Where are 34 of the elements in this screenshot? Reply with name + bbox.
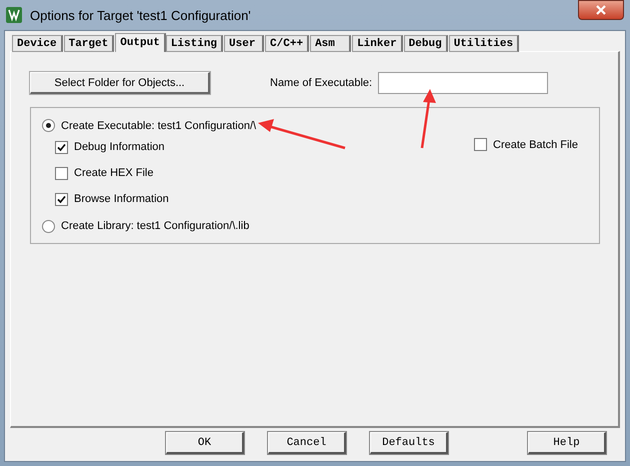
tab[interactable]: User <box>224 35 264 52</box>
checkbox[interactable] <box>55 192 68 206</box>
input-field[interactable] <box>378 72 548 94</box>
tab[interactable]: Listing <box>166 35 224 52</box>
tab[interactable]: Utilities <box>448 35 520 52</box>
close-button[interactable] <box>578 0 624 20</box>
window-title: Options for Target 'test1 Configuration' <box>30 8 251 22</box>
app-icon <box>6 7 22 23</box>
option-label: Create Library: test1 Configuration/\.lib <box>61 220 250 232</box>
checkbox[interactable] <box>55 140 68 154</box>
tab[interactable]: Asm <box>310 35 352 52</box>
dialog-button[interactable]: Defaults <box>370 432 448 454</box>
dialog-button[interactable]: OK <box>166 432 244 454</box>
dialog-button[interactable]: Cancel <box>268 432 346 454</box>
tab[interactable]: Debug <box>404 35 448 52</box>
close-icon <box>596 5 606 15</box>
radio-button[interactable] <box>42 119 55 132</box>
field-label: Name of Executable: <box>270 77 372 89</box>
annotation-arrow <box>420 89 436 148</box>
dialog-button[interactable]: Help <box>528 432 606 454</box>
radio-button[interactable] <box>42 220 55 232</box>
tab[interactable]: Device <box>12 35 63 52</box>
tab[interactable]: Linker <box>352 35 403 52</box>
option-label: Create HEX File <box>74 167 154 179</box>
option-label: Browse Information <box>74 193 169 205</box>
option-label: Create Batch File <box>493 138 578 150</box>
tab[interactable]: C/C++ <box>265 35 310 52</box>
tab[interactable]: Target <box>64 35 114 52</box>
tab[interactable]: Output <box>115 33 166 52</box>
option-label: Debug Information <box>74 141 164 153</box>
checkbox[interactable] <box>55 166 68 180</box>
option-label: Create Executable: test1 Configuration/\ <box>61 120 256 132</box>
select-folder-button[interactable]: Select Folder for Objects... <box>30 72 210 94</box>
checkbox[interactable] <box>474 138 488 151</box>
